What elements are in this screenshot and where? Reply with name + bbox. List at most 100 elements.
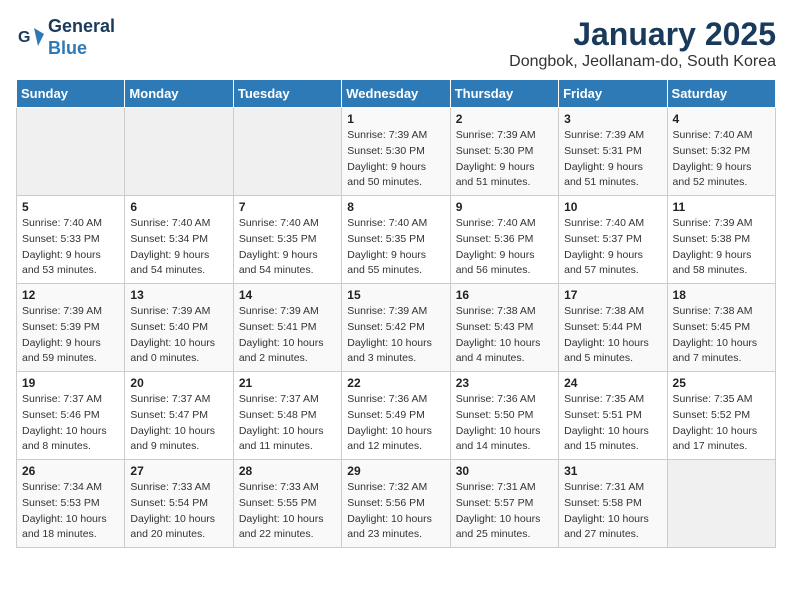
day-number: 23 xyxy=(456,376,553,390)
day-number: 24 xyxy=(564,376,661,390)
day-number: 22 xyxy=(347,376,444,390)
day-number: 29 xyxy=(347,464,444,478)
calendar-cell: 12 Sunrise: 7:39 AM Sunset: 5:39 PM Dayli… xyxy=(17,284,125,372)
day-info: Sunrise: 7:38 AM Sunset: 5:45 PM Dayligh… xyxy=(673,304,770,367)
weekday-header-cell: Saturday xyxy=(667,80,775,108)
weekday-header-cell: Monday xyxy=(125,80,233,108)
calendar-cell: 8 Sunrise: 7:40 AM Sunset: 5:35 PM Daylig… xyxy=(342,196,450,284)
day-info: Sunrise: 7:39 AM Sunset: 5:30 PM Dayligh… xyxy=(347,128,444,191)
day-info: Sunrise: 7:40 AM Sunset: 5:36 PM Dayligh… xyxy=(456,216,553,279)
calendar-cell: 6 Sunrise: 7:40 AM Sunset: 5:34 PM Daylig… xyxy=(125,196,233,284)
day-number: 12 xyxy=(22,288,119,302)
day-number: 26 xyxy=(22,464,119,478)
day-number: 28 xyxy=(239,464,336,478)
day-number: 1 xyxy=(347,112,444,126)
day-number: 8 xyxy=(347,200,444,214)
calendar-cell: 25 Sunrise: 7:35 AM Sunset: 5:52 PM Dayli… xyxy=(667,372,775,460)
header: G General Blue January 2025 Dongbok, Jeo… xyxy=(16,16,776,71)
logo-icon: G xyxy=(16,24,44,52)
day-info: Sunrise: 7:40 AM Sunset: 5:34 PM Dayligh… xyxy=(130,216,227,279)
calendar-cell: 5Sunrise: 7:40 AM Sunset: 5:33 PM Daylig… xyxy=(17,196,125,284)
day-number: 11 xyxy=(673,200,770,214)
day-info: Sunrise: 7:35 AM Sunset: 5:52 PM Dayligh… xyxy=(673,392,770,455)
weekday-header-cell: Wednesday xyxy=(342,80,450,108)
day-info: Sunrise: 7:39 AM Sunset: 5:39 PM Dayligh… xyxy=(22,304,119,367)
calendar-subtitle: Dongbok, Jeollanam-do, South Korea xyxy=(509,53,776,71)
day-info: Sunrise: 7:34 AM Sunset: 5:53 PM Dayligh… xyxy=(22,480,119,543)
logo: G General Blue xyxy=(16,16,115,59)
calendar-cell xyxy=(17,108,125,196)
day-info: Sunrise: 7:40 AM Sunset: 5:33 PM Dayligh… xyxy=(22,216,119,279)
calendar-cell: 28 Sunrise: 7:33 AM Sunset: 5:55 PM Dayli… xyxy=(233,460,341,548)
calendar-cell: 19Sunrise: 7:37 AM Sunset: 5:46 PM Dayli… xyxy=(17,372,125,460)
calendar-cell: 7 Sunrise: 7:40 AM Sunset: 5:35 PM Daylig… xyxy=(233,196,341,284)
day-info: Sunrise: 7:39 AM Sunset: 5:40 PM Dayligh… xyxy=(130,304,227,367)
day-number: 25 xyxy=(673,376,770,390)
calendar-cell xyxy=(233,108,341,196)
calendar-week-row: 12 Sunrise: 7:39 AM Sunset: 5:39 PM Dayli… xyxy=(17,284,776,372)
calendar-week-row: 1 Sunrise: 7:39 AM Sunset: 5:30 PM Daylig… xyxy=(17,108,776,196)
day-info: Sunrise: 7:40 AM Sunset: 5:37 PM Dayligh… xyxy=(564,216,661,279)
day-info: Sunrise: 7:31 AM Sunset: 5:57 PM Dayligh… xyxy=(456,480,553,543)
calendar-cell: 11Sunrise: 7:39 AM Sunset: 5:38 PM Dayli… xyxy=(667,196,775,284)
day-number: 21 xyxy=(239,376,336,390)
day-info: Sunrise: 7:36 AM Sunset: 5:50 PM Dayligh… xyxy=(456,392,553,455)
day-number: 14 xyxy=(239,288,336,302)
day-info: Sunrise: 7:39 AM Sunset: 5:41 PM Dayligh… xyxy=(239,304,336,367)
calendar-cell: 21 Sunrise: 7:37 AM Sunset: 5:48 PM Dayli… xyxy=(233,372,341,460)
day-info: Sunrise: 7:38 AM Sunset: 5:44 PM Dayligh… xyxy=(564,304,661,367)
day-number: 16 xyxy=(456,288,553,302)
day-number: 2 xyxy=(456,112,553,126)
calendar-title: January 2025 xyxy=(509,16,776,53)
day-info: Sunrise: 7:33 AM Sunset: 5:55 PM Dayligh… xyxy=(239,480,336,543)
calendar-cell: 22 Sunrise: 7:36 AM Sunset: 5:49 PM Dayli… xyxy=(342,372,450,460)
day-number: 31 xyxy=(564,464,661,478)
day-number: 3 xyxy=(564,112,661,126)
weekday-header-cell: Sunday xyxy=(17,80,125,108)
calendar-cell xyxy=(667,460,775,548)
day-info: Sunrise: 7:40 AM Sunset: 5:35 PM Dayligh… xyxy=(239,216,336,279)
weekday-header-cell: Friday xyxy=(559,80,667,108)
calendar-cell: 15Sunrise: 7:39 AM Sunset: 5:42 PM Dayli… xyxy=(342,284,450,372)
day-info: Sunrise: 7:37 AM Sunset: 5:48 PM Dayligh… xyxy=(239,392,336,455)
logo-text: General Blue xyxy=(48,16,115,59)
day-number: 10 xyxy=(564,200,661,214)
day-number: 6 xyxy=(130,200,227,214)
calendar-cell: 29Sunrise: 7:32 AM Sunset: 5:56 PM Dayli… xyxy=(342,460,450,548)
day-info: Sunrise: 7:37 AM Sunset: 5:47 PM Dayligh… xyxy=(130,392,227,455)
day-info: Sunrise: 7:33 AM Sunset: 5:54 PM Dayligh… xyxy=(130,480,227,543)
calendar-cell xyxy=(125,108,233,196)
calendar-cell: 18Sunrise: 7:38 AM Sunset: 5:45 PM Dayli… xyxy=(667,284,775,372)
title-area: January 2025 Dongbok, Jeollanam-do, Sout… xyxy=(509,16,776,71)
calendar-cell: 26 Sunrise: 7:34 AM Sunset: 5:53 PM Dayli… xyxy=(17,460,125,548)
calendar-cell: 14 Sunrise: 7:39 AM Sunset: 5:41 PM Dayli… xyxy=(233,284,341,372)
calendar-week-row: 26 Sunrise: 7:34 AM Sunset: 5:53 PM Dayli… xyxy=(17,460,776,548)
day-info: Sunrise: 7:36 AM Sunset: 5:49 PM Dayligh… xyxy=(347,392,444,455)
day-info: Sunrise: 7:35 AM Sunset: 5:51 PM Dayligh… xyxy=(564,392,661,455)
weekday-header-cell: Thursday xyxy=(450,80,558,108)
calendar-cell: 9Sunrise: 7:40 AM Sunset: 5:36 PM Daylig… xyxy=(450,196,558,284)
logo-line2: Blue xyxy=(48,38,115,60)
day-number: 17 xyxy=(564,288,661,302)
day-number: 27 xyxy=(130,464,227,478)
svg-text:G: G xyxy=(18,29,30,46)
calendar-cell: 23 Sunrise: 7:36 AM Sunset: 5:50 PM Dayli… xyxy=(450,372,558,460)
day-number: 13 xyxy=(130,288,227,302)
logo-line1: General xyxy=(48,16,115,38)
weekday-header-cell: Tuesday xyxy=(233,80,341,108)
calendar-cell: 31Sunrise: 7:31 AM Sunset: 5:58 PM Dayli… xyxy=(559,460,667,548)
day-number: 30 xyxy=(456,464,553,478)
calendar-cell: 24 Sunrise: 7:35 AM Sunset: 5:51 PM Dayli… xyxy=(559,372,667,460)
calendar-week-row: 5Sunrise: 7:40 AM Sunset: 5:33 PM Daylig… xyxy=(17,196,776,284)
calendar-table: SundayMondayTuesdayWednesdayThursdayFrid… xyxy=(16,79,776,548)
weekday-header-row: SundayMondayTuesdayWednesdayThursdayFrid… xyxy=(17,80,776,108)
day-info: Sunrise: 7:40 AM Sunset: 5:35 PM Dayligh… xyxy=(347,216,444,279)
day-number: 7 xyxy=(239,200,336,214)
calendar-cell: 17 Sunrise: 7:38 AM Sunset: 5:44 PM Dayli… xyxy=(559,284,667,372)
calendar-cell: 13 Sunrise: 7:39 AM Sunset: 5:40 PM Dayli… xyxy=(125,284,233,372)
day-info: Sunrise: 7:39 AM Sunset: 5:31 PM Dayligh… xyxy=(564,128,661,191)
calendar-cell: 2Sunrise: 7:39 AM Sunset: 5:30 PM Daylig… xyxy=(450,108,558,196)
calendar-cell: 20Sunrise: 7:37 AM Sunset: 5:47 PM Dayli… xyxy=(125,372,233,460)
calendar-cell: 1 Sunrise: 7:39 AM Sunset: 5:30 PM Daylig… xyxy=(342,108,450,196)
day-number: 15 xyxy=(347,288,444,302)
